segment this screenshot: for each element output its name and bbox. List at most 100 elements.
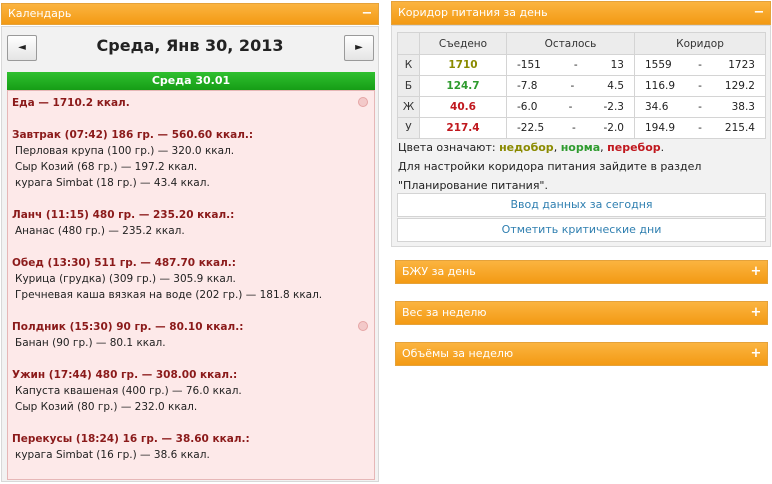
meal-item: Сыр Козий (68 гр.) — 197.2 ккал. — [15, 161, 198, 173]
edit-icon[interactable] — [358, 321, 368, 331]
settings-note-line1: Для настройки коридора питания зайдите в… — [398, 160, 702, 173]
settings-note-line2: "Планирование питания". — [398, 179, 548, 192]
meal-item: Банан (90 гр.) — 80.1 ккал. — [15, 337, 166, 349]
legend-over: перебор — [607, 141, 661, 154]
meals-list: Еда — 1710.2 ккал. Завтрак (07:42) 186 гр… — [7, 90, 375, 480]
corridor-table: Съедено Осталось Коридор К 1710 -151 - 13 155… — [397, 32, 766, 139]
remaining-cell: -6.0 - -2.3 — [506, 96, 635, 118]
arrow-left-icon: ◄ — [18, 42, 26, 53]
table-row: У 217.4 -22.5 - -2.0 194.9 - 215.4 — [397, 117, 766, 139]
remaining-min: -6.0 — [517, 101, 538, 113]
arrow-right-icon: ► — [355, 42, 363, 53]
meal-spacer — [12, 191, 374, 207]
legend-under: недобор — [499, 141, 554, 154]
meal-spacer — [12, 111, 374, 127]
column-header: Осталось — [506, 32, 635, 55]
dash: - — [698, 80, 702, 92]
calendar-panel-title: Календарь — [8, 7, 72, 20]
remaining-min: -151 — [517, 59, 541, 71]
meal-item: Сыр Козий (80 гр.) — 232.0 ккал. — [15, 401, 198, 413]
meal-item: курага Simbat (18 гр.) — 43.4 ккал. — [15, 177, 210, 189]
corridor-cell: 34.6 - 38.3 — [634, 96, 766, 118]
table-row: Б 124.7 -7.8 - 4.5 116.9 - 129.2 — [397, 75, 766, 97]
corridor-min: 34.6 — [645, 101, 669, 113]
panel-title: Объёмы за неделю — [402, 347, 514, 360]
dash: - — [573, 59, 578, 71]
corridor-max: 129.2 — [724, 80, 755, 92]
meal-total: Перекусы (18:24) 16 гр. — 38.60 ккал.: — [12, 433, 250, 445]
remaining-cell: -22.5 - -2.0 — [506, 117, 635, 139]
calendar-panel-body: ◄ Среда, Янв 30, 2013 ► Среда 30.01 Еда … — [1, 26, 379, 482]
weight-panel-header[interactable]: Вес за неделю + — [395, 301, 768, 325]
corridor-cell: 194.9 - 215.4 — [634, 117, 766, 139]
corridor-panel-title: Коридор питания за день — [398, 6, 548, 19]
remaining-min: -22.5 — [517, 122, 545, 134]
table-row: К 1710 -151 - 13 1559 - 1723 — [397, 54, 766, 76]
day-bar[interactable]: Среда 30.01 — [7, 72, 375, 90]
meal-total: Полдник (15:30) 90 гр. — 80.10 ккал.: — [12, 321, 244, 333]
corner-cell — [397, 32, 420, 55]
edit-icon[interactable] — [358, 97, 368, 107]
dash: - — [698, 101, 702, 113]
corridor-min: 116.9 — [645, 80, 676, 92]
meal-spacer — [12, 239, 374, 255]
expand-icon[interactable]: + — [750, 265, 762, 278]
corridor-max: 38.3 — [731, 101, 755, 113]
corridor-cell: 1559 - 1723 — [634, 54, 766, 76]
color-legend: Цвета означают: недобор, норма, перебор. — [398, 141, 665, 154]
volumes-panel-header[interactable]: Объёмы за неделю + — [395, 342, 768, 366]
collapse-icon[interactable]: − — [361, 7, 373, 20]
column-header: Коридор — [634, 32, 766, 55]
expand-icon[interactable]: + — [750, 347, 762, 360]
row-label: Ж — [397, 96, 420, 118]
bju-panel-header[interactable]: БЖУ за день + — [395, 260, 768, 284]
dash: - — [698, 59, 702, 71]
expand-icon[interactable]: + — [750, 306, 762, 319]
table-row: Ж 40.6 -6.0 - -2.3 34.6 - 38.3 — [397, 96, 766, 118]
date-title: Среда, Янв 30, 2013 — [96, 36, 284, 55]
meal-item: Перловая крупа (100 гр.) — 320.0 ккал. — [15, 145, 235, 157]
meal-spacer — [12, 351, 374, 367]
dash: - — [698, 122, 702, 134]
remaining-max: -2.3 — [603, 101, 624, 113]
corridor-panel-body: Съедено Осталось Коридор К 1710 -151 - 13 155… — [391, 25, 771, 247]
panel-title: Вес за неделю — [402, 306, 487, 319]
meal-item: Гречневая каша вязкая на воде (202 гр.) … — [15, 289, 323, 301]
meal-total: Обед (13:30) 511 гр. — 487.70 ккал.: — [12, 257, 236, 269]
row-label: У — [397, 117, 420, 139]
prev-day-button[interactable]: ◄ — [7, 35, 37, 61]
meal-item: курага Simbat (16 гр.) — 38.6 ккал. — [15, 449, 210, 461]
enter-today-data-button[interactable]: Ввод данных за сегодня — [397, 193, 766, 217]
meal-item: Ананас (480 гр.) — 235.2 ккал. — [15, 225, 185, 237]
meal-item: Капуста квашеная (400 гр.) — 76.0 ккал. — [15, 385, 242, 397]
panel-title: БЖУ за день — [402, 265, 476, 278]
corridor-min: 194.9 — [645, 122, 676, 134]
next-day-button[interactable]: ► — [344, 35, 374, 61]
dash: - — [568, 101, 573, 113]
remaining-min: -7.8 — [517, 80, 538, 92]
corridor-min: 1559 — [645, 59, 672, 71]
meal-total: Ланч (11:15) 480 гр. — 235.20 ккал.: — [12, 209, 235, 221]
column-header: Съедено — [419, 32, 507, 55]
dash: - — [570, 80, 575, 92]
meal-item: Курица (грудка) (309 гр.) — 305.9 ккал. — [15, 273, 236, 285]
collapse-icon[interactable]: − — [753, 6, 765, 19]
corridor-cell: 116.9 - 129.2 — [634, 75, 766, 97]
calendar-panel-header[interactable]: Календарь − — [1, 3, 379, 25]
legend-norm: норма — [560, 141, 601, 154]
meal-total: Ужин (17:44) 480 гр. — 308.00 ккал.: — [12, 369, 238, 381]
eaten-cell: 217.4 — [419, 117, 507, 139]
corridor-panel-header[interactable]: Коридор питания за день − — [391, 1, 771, 25]
remaining-cell: -7.8 - 4.5 — [506, 75, 635, 97]
legend-prefix: Цвета означают: — [398, 141, 496, 154]
meal-spacer — [12, 415, 374, 431]
eaten-cell: 1710 — [419, 54, 507, 76]
meal-total: Еда — 1710.2 ккал. — [12, 97, 130, 109]
dash: - — [571, 122, 576, 134]
corridor-max: 1723 — [728, 59, 755, 71]
meal-total: Завтрак (07:42) 186 гр. — 560.60 ккал.: — [12, 129, 254, 141]
eaten-cell: 40.6 — [419, 96, 507, 118]
mark-critical-days-button[interactable]: Отметить критические дни — [397, 218, 766, 242]
remaining-max: -2.0 — [603, 122, 625, 134]
remaining-max: 4.5 — [607, 80, 624, 92]
